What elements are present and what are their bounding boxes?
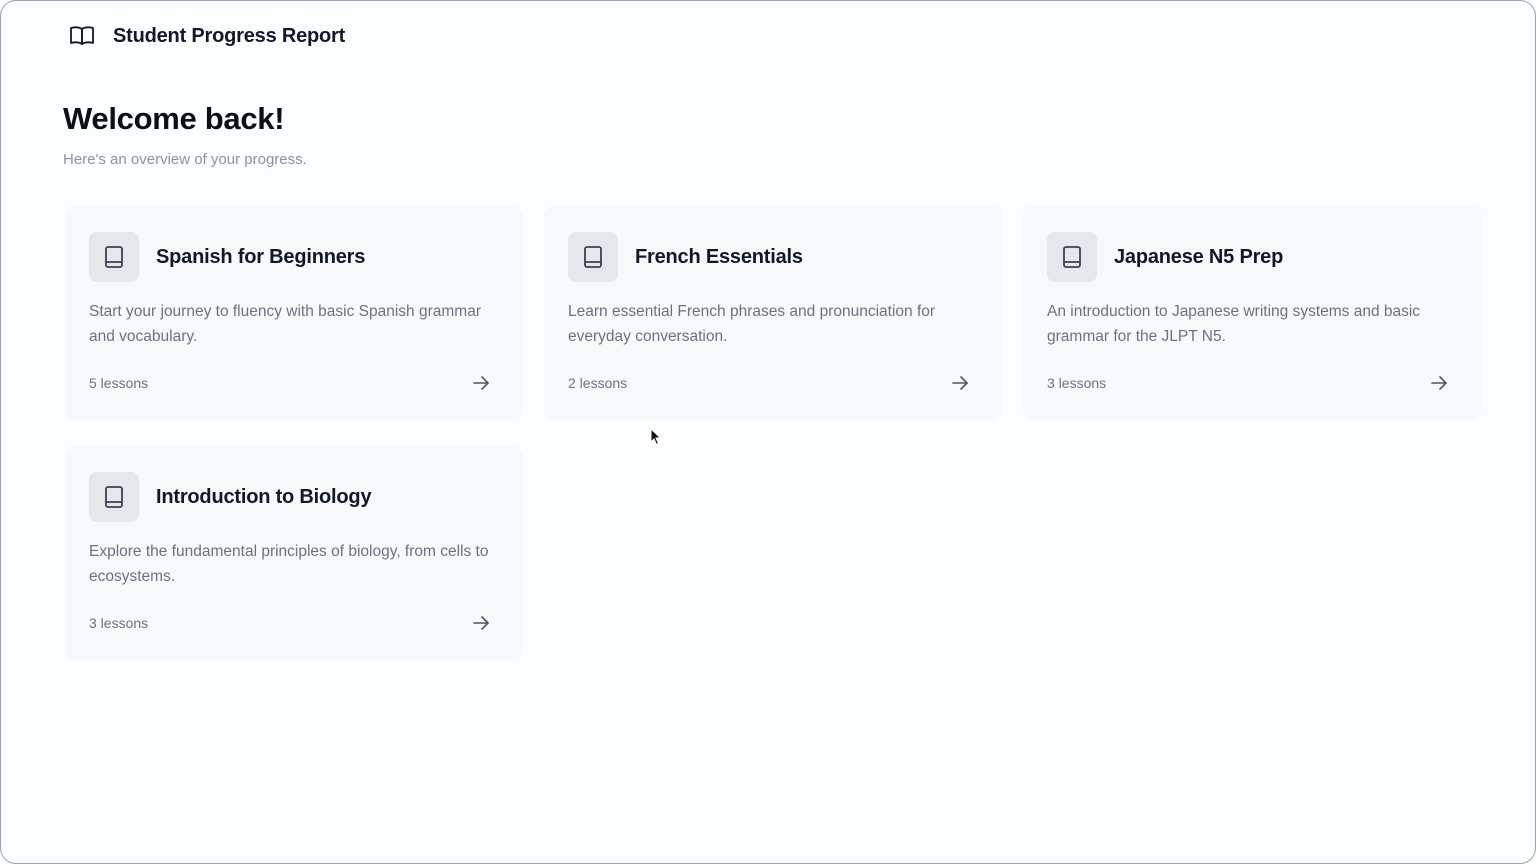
course-card-footer: 2 lessons bbox=[568, 374, 969, 392]
course-card-spanish[interactable]: Spanish for Beginners Start your journey… bbox=[65, 206, 523, 420]
book-open-icon bbox=[69, 24, 97, 48]
mouse-cursor-icon bbox=[650, 427, 662, 446]
course-title: French Essentials bbox=[635, 245, 803, 268]
course-card-header: Introduction to Biology bbox=[89, 472, 372, 522]
book-icon bbox=[89, 472, 139, 522]
course-description: Learn essential French phrases and pronu… bbox=[568, 303, 936, 345]
book-icon bbox=[568, 232, 618, 282]
course-description: Explore the fundamental principles of bi… bbox=[89, 543, 489, 585]
lesson-count: 2 lessons bbox=[568, 375, 628, 391]
course-description: Start your journey to fluency with basic… bbox=[89, 303, 481, 345]
arrow-right-icon[interactable] bbox=[472, 374, 490, 392]
course-title: Spanish for Beginners bbox=[156, 245, 366, 268]
course-card-header: French Essentials bbox=[568, 232, 803, 282]
lesson-count: 3 lessons bbox=[89, 615, 149, 631]
course-card-footer: 5 lessons bbox=[89, 374, 490, 392]
app-window: Student Progress Report Welcome back! He… bbox=[0, 0, 1536, 864]
app-header: Student Progress Report bbox=[69, 23, 345, 49]
page-title: Welcome back! bbox=[63, 101, 285, 136]
course-card-japanese[interactable]: Japanese N5 Prep An introduction to Japa… bbox=[1023, 206, 1481, 420]
arrow-right-icon[interactable] bbox=[1430, 374, 1448, 392]
course-description: An introduction to Japanese writing syst… bbox=[1047, 303, 1421, 345]
lesson-count: 3 lessons bbox=[1047, 375, 1107, 391]
course-card-french[interactable]: French Essentials Learn essential French… bbox=[544, 206, 1002, 420]
book-icon bbox=[1047, 232, 1097, 282]
course-card-footer: 3 lessons bbox=[89, 614, 490, 632]
course-card-biology[interactable]: Introduction to Biology Explore the fund… bbox=[65, 446, 523, 660]
lesson-count: 5 lessons bbox=[89, 375, 149, 391]
course-card-header: Spanish for Beginners bbox=[89, 232, 365, 282]
arrow-right-icon[interactable] bbox=[951, 374, 969, 392]
course-title: Introduction to Biology bbox=[156, 485, 372, 508]
course-card-footer: 3 lessons bbox=[1047, 374, 1448, 392]
course-grid: Spanish for Beginners Start your journey… bbox=[65, 206, 1489, 660]
arrow-right-icon[interactable] bbox=[472, 614, 490, 632]
page-subtitle: Here's an overview of your progress. bbox=[63, 151, 307, 168]
course-title: Japanese N5 Prep bbox=[1114, 245, 1284, 268]
app-title: Student Progress Report bbox=[113, 24, 346, 47]
book-icon bbox=[89, 232, 139, 282]
course-card-header: Japanese N5 Prep bbox=[1047, 232, 1283, 282]
